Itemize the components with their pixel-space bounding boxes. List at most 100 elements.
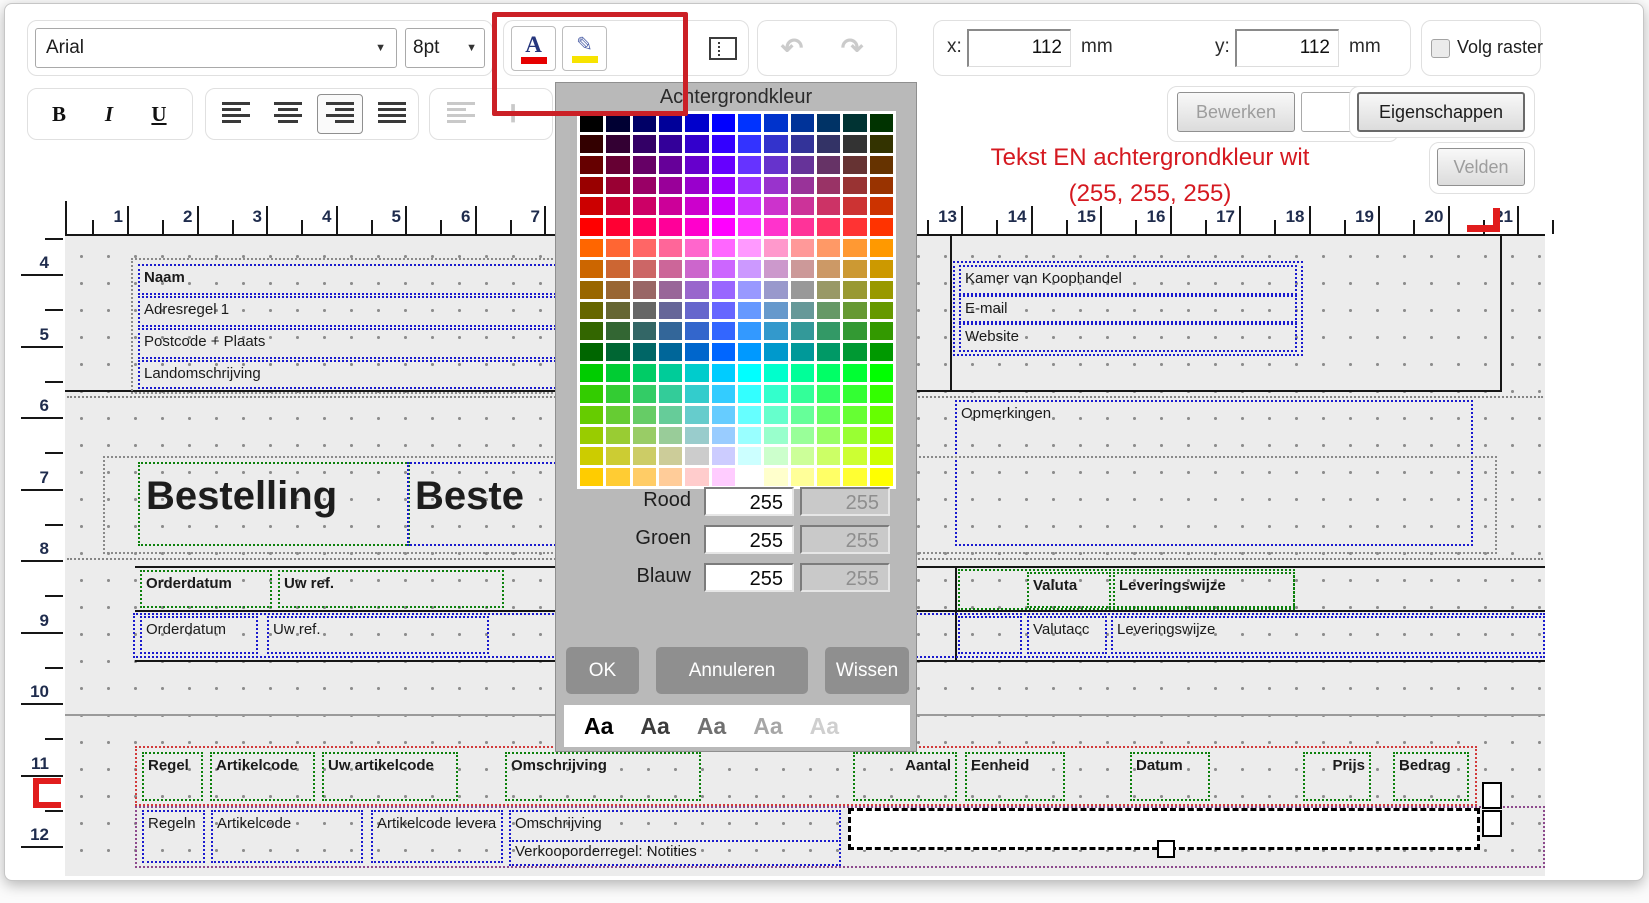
color-swatch[interactable] bbox=[791, 364, 814, 382]
header-leveringswijze[interactable]: Leveringswijze bbox=[1113, 572, 1295, 608]
color-swatch[interactable] bbox=[817, 343, 840, 361]
color-swatch[interactable] bbox=[659, 385, 682, 403]
color-swatch[interactable] bbox=[580, 218, 603, 236]
color-swatch[interactable] bbox=[817, 322, 840, 340]
groen-input[interactable]: 255 bbox=[704, 525, 794, 554]
color-swatch[interactable] bbox=[685, 114, 708, 132]
color-swatch[interactable] bbox=[580, 156, 603, 174]
color-swatch[interactable] bbox=[580, 197, 603, 215]
resize-handle-right-top[interactable] bbox=[1482, 782, 1502, 809]
align-justify-button[interactable] bbox=[369, 94, 415, 134]
color-swatch[interactable] bbox=[633, 385, 656, 403]
color-swatch[interactable] bbox=[843, 218, 866, 236]
color-swatch[interactable] bbox=[791, 406, 814, 424]
color-swatch[interactable] bbox=[633, 322, 656, 340]
color-swatch[interactable] bbox=[817, 427, 840, 445]
color-swatch[interactable] bbox=[738, 302, 761, 320]
color-swatch[interactable] bbox=[738, 218, 761, 236]
velden-button[interactable]: Velden bbox=[1437, 148, 1525, 186]
color-swatch[interactable] bbox=[712, 385, 735, 403]
color-swatch[interactable] bbox=[870, 343, 893, 361]
color-swatch[interactable] bbox=[764, 468, 787, 486]
color-swatch[interactable] bbox=[606, 447, 629, 465]
color-swatch[interactable] bbox=[633, 468, 656, 486]
annuleren-button[interactable]: Annuleren bbox=[656, 647, 808, 694]
color-swatch[interactable] bbox=[685, 322, 708, 340]
color-swatch[interactable] bbox=[633, 197, 656, 215]
color-swatch[interactable] bbox=[764, 343, 787, 361]
color-swatch[interactable] bbox=[659, 302, 682, 320]
color-swatch[interactable] bbox=[843, 427, 866, 445]
field-email[interactable]: E-mail bbox=[959, 295, 1297, 323]
field-leveringswijze[interactable]: Leveringswijze bbox=[1111, 616, 1545, 654]
field-regelnr[interactable]: Regeln bbox=[142, 810, 205, 863]
color-swatch[interactable] bbox=[738, 468, 761, 486]
color-swatch[interactable] bbox=[843, 135, 866, 153]
color-swatch[interactable] bbox=[633, 427, 656, 445]
color-swatch[interactable] bbox=[791, 322, 814, 340]
font-family-select[interactable]: Arial ▼ bbox=[35, 28, 397, 68]
color-swatch[interactable] bbox=[738, 239, 761, 257]
color-swatch[interactable] bbox=[580, 177, 603, 195]
field-order-extra[interactable] bbox=[958, 616, 1022, 654]
align-right-button[interactable] bbox=[317, 94, 363, 134]
color-swatch[interactable] bbox=[738, 322, 761, 340]
color-swatch[interactable] bbox=[764, 156, 787, 174]
color-swatch[interactable] bbox=[659, 218, 682, 236]
color-swatch[interactable] bbox=[817, 364, 840, 382]
color-swatch[interactable] bbox=[633, 218, 656, 236]
color-swatch[interactable] bbox=[712, 447, 735, 465]
color-swatch[interactable] bbox=[764, 197, 787, 215]
color-swatch[interactable] bbox=[659, 156, 682, 174]
header-bedrag[interactable]: Bedrag bbox=[1393, 752, 1469, 801]
eigenschappen-button[interactable]: Eigenschappen bbox=[1357, 92, 1525, 132]
color-swatch[interactable] bbox=[712, 156, 735, 174]
color-swatch[interactable] bbox=[738, 385, 761, 403]
color-swatch[interactable] bbox=[791, 302, 814, 320]
color-swatch[interactable] bbox=[633, 156, 656, 174]
underline-button[interactable]: U bbox=[137, 94, 181, 134]
color-swatch[interactable] bbox=[606, 385, 629, 403]
color-swatch[interactable] bbox=[791, 114, 814, 132]
color-swatch[interactable] bbox=[633, 135, 656, 153]
color-swatch[interactable] bbox=[870, 239, 893, 257]
header-uw-artikelcode[interactable]: Uw artikelcode bbox=[322, 752, 458, 801]
color-swatch[interactable] bbox=[580, 468, 603, 486]
align-left-button[interactable] bbox=[213, 94, 259, 134]
color-swatch[interactable] bbox=[685, 218, 708, 236]
color-swatch[interactable] bbox=[685, 468, 708, 486]
color-swatch[interactable] bbox=[659, 239, 682, 257]
color-swatch[interactable] bbox=[843, 197, 866, 215]
color-swatch[interactable] bbox=[659, 468, 682, 486]
color-swatch[interactable] bbox=[870, 156, 893, 174]
header-regel[interactable]: Regel bbox=[142, 752, 203, 801]
color-swatch[interactable] bbox=[712, 135, 735, 153]
color-swatch[interactable] bbox=[870, 114, 893, 132]
color-swatch[interactable] bbox=[817, 302, 840, 320]
color-swatch[interactable] bbox=[817, 114, 840, 132]
color-swatch[interactable] bbox=[712, 239, 735, 257]
undo-button[interactable]: ↶ bbox=[767, 26, 817, 70]
color-swatch[interactable] bbox=[606, 177, 629, 195]
color-swatch[interactable] bbox=[712, 302, 735, 320]
color-swatch[interactable] bbox=[791, 447, 814, 465]
color-swatch[interactable] bbox=[685, 135, 708, 153]
color-swatch[interactable] bbox=[764, 385, 787, 403]
color-swatch[interactable] bbox=[633, 239, 656, 257]
color-swatch[interactable] bbox=[606, 468, 629, 486]
color-swatch[interactable] bbox=[764, 302, 787, 320]
color-swatch[interactable] bbox=[843, 364, 866, 382]
color-swatch[interactable] bbox=[580, 260, 603, 278]
color-swatch[interactable] bbox=[843, 177, 866, 195]
color-swatch[interactable] bbox=[738, 364, 761, 382]
volg-raster-checkbox[interactable] bbox=[1431, 39, 1450, 58]
field-doc-title[interactable]: Bestelling bbox=[138, 462, 410, 546]
color-swatch[interactable] bbox=[685, 385, 708, 403]
color-swatch[interactable] bbox=[870, 364, 893, 382]
color-swatch[interactable] bbox=[685, 281, 708, 299]
color-swatch[interactable] bbox=[633, 447, 656, 465]
color-swatch[interactable] bbox=[606, 197, 629, 215]
color-swatch[interactable] bbox=[843, 406, 866, 424]
color-swatch[interactable] bbox=[633, 364, 656, 382]
color-swatch[interactable] bbox=[791, 156, 814, 174]
